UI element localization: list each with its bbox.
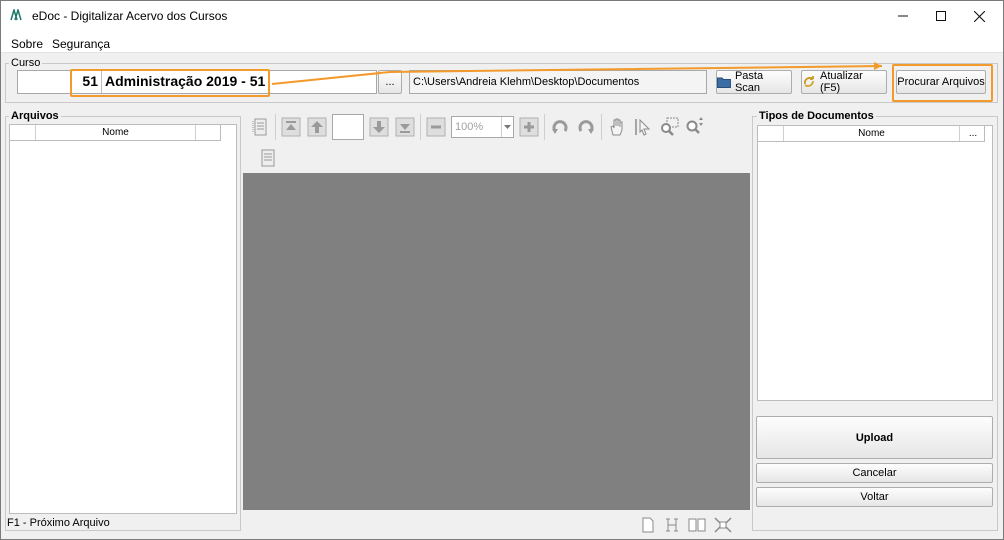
rotate-right-icon	[578, 120, 594, 134]
arquivos-header-extra[interactable]	[196, 125, 222, 140]
zoom-select[interactable]: 100%	[451, 116, 514, 138]
cursor-icon	[635, 118, 651, 136]
page-list-icon	[252, 118, 267, 136]
zoom-in-button[interactable]	[518, 116, 540, 138]
tipos-list[interactable]	[757, 125, 993, 401]
magnifier-icon	[686, 117, 703, 134]
cancelar-button[interactable]: Cancelar	[756, 463, 993, 483]
rotate-right-button[interactable]	[575, 116, 597, 138]
maximize-icon	[936, 11, 946, 21]
status-next-file: F1 - Próximo Arquivo	[7, 517, 110, 529]
toolbar-separator	[544, 114, 545, 140]
rotate-left-icon	[552, 120, 568, 134]
document-icon	[261, 149, 275, 167]
menu-seguranca[interactable]: Segurança	[52, 37, 110, 51]
single-page-view-tool[interactable]	[256, 145, 280, 171]
previous-page-button[interactable]	[306, 116, 328, 138]
menu-bar	[1, 31, 1003, 53]
select-tool-button[interactable]	[632, 116, 654, 138]
minus-icon	[426, 117, 446, 137]
edoc-logo-icon	[10, 9, 22, 21]
arquivos-header: Nome	[9, 124, 221, 141]
zoom-area-icon	[661, 117, 679, 136]
window-title: eDoc - Digitalizar Acervo dos Cursos	[32, 9, 228, 23]
arquivos-header-check[interactable]	[10, 125, 36, 140]
tipos-header-more[interactable]: ...	[960, 126, 986, 141]
last-page-icon	[395, 117, 415, 137]
tipos-header: Nome ...	[757, 125, 985, 142]
fit-page-icon[interactable]	[714, 517, 732, 533]
close-icon	[973, 10, 985, 22]
chevron-down-icon	[501, 117, 513, 137]
pan-tool-button[interactable]	[606, 116, 628, 138]
arquivos-header-nome[interactable]: Nome	[36, 125, 196, 140]
next-page-button[interactable]	[368, 116, 390, 138]
zoom-mode-button[interactable]	[684, 116, 706, 138]
hand-icon	[610, 118, 623, 136]
voltar-button[interactable]: Voltar	[756, 487, 993, 507]
first-page-button[interactable]	[280, 116, 302, 138]
annotation-arrow	[271, 62, 883, 85]
single-page-icon[interactable]	[640, 517, 656, 533]
first-page-icon	[281, 117, 301, 137]
upload-button[interactable]: Upload	[756, 416, 993, 459]
page-list-tool[interactable]	[249, 116, 271, 138]
toolbar-separator	[601, 114, 602, 140]
arrow-up-icon	[307, 117, 327, 137]
menu-sobre[interactable]: Sobre	[11, 37, 43, 51]
toolbar-separator	[275, 114, 276, 140]
page-number-input[interactable]	[332, 114, 364, 140]
arquivos-list[interactable]	[9, 124, 237, 514]
document-viewer[interactable]	[243, 173, 750, 510]
viewer-toolbar: 100%	[243, 112, 750, 142]
last-page-button[interactable]	[394, 116, 416, 138]
plus-icon	[519, 117, 539, 137]
arquivos-label: Arquivos	[9, 110, 61, 122]
view-mode-bar	[640, 517, 732, 533]
zoom-area-button[interactable]	[658, 116, 680, 138]
tipos-label: Tipos de Documentos	[757, 110, 876, 122]
procurar-arquivos-button[interactable]: Procurar Arquivos	[896, 70, 986, 94]
toolbar-separator	[420, 114, 421, 140]
arrow-down-icon	[369, 117, 389, 137]
fit-width-icon[interactable]	[664, 517, 680, 533]
zoom-out-button[interactable]	[425, 116, 447, 138]
close-button[interactable]	[956, 1, 1002, 31]
tipos-header-check[interactable]	[758, 126, 784, 141]
rotate-left-button[interactable]	[549, 116, 571, 138]
tipos-header-nome[interactable]: Nome	[784, 126, 960, 141]
zoom-value: 100%	[455, 121, 484, 133]
minimize-icon	[898, 15, 908, 17]
two-pages-icon[interactable]	[688, 517, 706, 533]
curso-label: Curso	[9, 57, 43, 69]
curso-highlight-box	[70, 69, 270, 97]
